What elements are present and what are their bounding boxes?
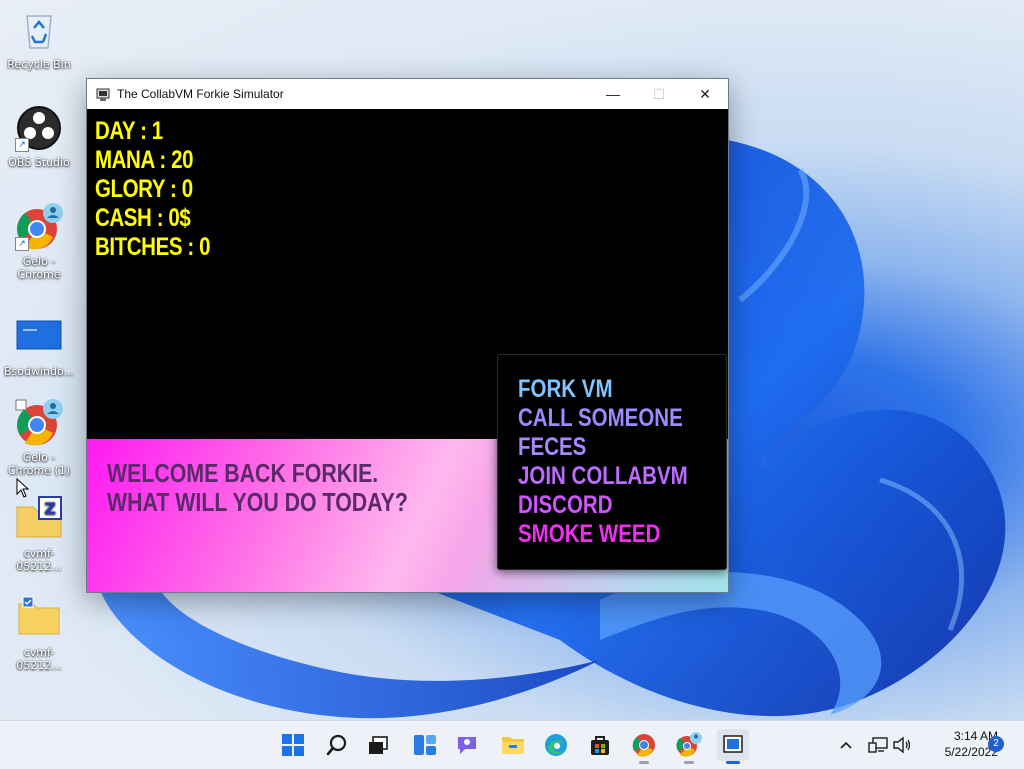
desktop-icon-bsodwindows[interactable]: Bsodwindo... <box>2 313 76 378</box>
volume-icon[interactable] <box>890 729 914 761</box>
window-titlebar[interactable]: The CollabVM Forkie Simulator — ☐ ✕ <box>87 79 728 109</box>
chrome-icon <box>15 399 63 447</box>
notification-badge[interactable]: 2 <box>988 736 1004 752</box>
running-indicator <box>726 761 740 764</box>
stat-bitches: BITCHES : 0 <box>95 233 211 261</box>
shortcut-arrow-icon: ↗ <box>15 138 29 152</box>
stats-panel: DAY : 1 MANA : 20 GLORY : 0 CASH : 0$ BI… <box>95 117 211 262</box>
widgets-icon[interactable] <box>409 729 441 761</box>
menu-item-smoke-weed[interactable]: SMOKE WEED <box>518 520 688 549</box>
app-title-icon <box>95 86 111 102</box>
desktop-icon-recycle-bin[interactable]: Recycle Bin <box>2 6 76 71</box>
desktop-icon-label: Recycle Bin <box>7 58 71 71</box>
desktop-icon-label: Gelo - Chrome (1) <box>7 451 71 477</box>
close-button[interactable]: ✕ <box>682 79 728 109</box>
chrome-icon: ↗ <box>15 203 63 251</box>
maximize-button[interactable]: ☐ <box>636 79 682 109</box>
desktop-icon-label: cvmf-05212... <box>16 547 62 573</box>
desktop-icon-cvmf-zip[interactable]: Z cvmf-05212... <box>2 495 76 573</box>
action-menu-list: FORK VM CALL SOMEONE FECES JOIN COLLABVM… <box>518 375 688 549</box>
clock-time: 3:14 AM <box>953 729 998 743</box>
menu-item-join-collabvm[interactable]: JOIN COLLABVM <box>518 462 688 491</box>
welcome-message: WELCOME BACK FORKIE. WHAT WILL YOU DO TO… <box>107 459 408 517</box>
clock-date: 5/22/2022 <box>944 745 998 759</box>
running-indicator <box>639 761 649 764</box>
menu-item-discord[interactable]: DISCORD <box>518 491 688 520</box>
window-title: The CollabVM Forkie Simulator <box>117 87 284 101</box>
menu-item-feces[interactable]: FECES <box>518 433 688 462</box>
menu-item-call-someone[interactable]: CALL SOMEONE <box>518 404 688 433</box>
search-icon[interactable] <box>321 729 353 761</box>
edge-icon[interactable] <box>540 729 572 761</box>
welcome-line-1: WELCOME BACK FORKIE. <box>107 458 379 488</box>
bsod-app-icon <box>15 313 63 361</box>
stat-glory: GLORY : 0 <box>95 175 193 203</box>
desktop-icon-obs-studio[interactable]: ↗ OBS Studio <box>2 104 76 169</box>
action-menu: FORK VM CALL SOMEONE FECES JOIN COLLABVM… <box>497 354 727 570</box>
task-view-icon[interactable] <box>362 729 394 761</box>
minimize-button[interactable]: — <box>590 79 636 109</box>
shortcut-arrow-icon: ↗ <box>15 237 29 251</box>
desktop-icon-label: Gelo - Chrome <box>17 255 61 281</box>
welcome-line-2: WHAT WILL YOU DO TODAY? <box>107 487 408 517</box>
app-window: The CollabVM Forkie Simulator — ☐ ✕ DAY … <box>86 78 729 593</box>
desktop-icon-label: Bsodwindo... <box>3 365 75 378</box>
stat-mana: MANA : 20 <box>95 146 194 174</box>
running-indicator <box>684 761 694 764</box>
zip-archive-icon: Z <box>15 495 63 543</box>
chevron-up-icon[interactable] <box>834 729 858 761</box>
stat-cash: CASH : 0$ <box>95 204 191 232</box>
game-canvas[interactable]: DAY : 1 MANA : 20 GLORY : 0 CASH : 0$ BI… <box>87 109 728 592</box>
desktop-icon-gelo-chrome-1[interactable]: Gelo - Chrome (1) <box>2 399 76 477</box>
desktop-icon-gelo-chrome[interactable]: ↗ Gelo - Chrome <box>2 203 76 281</box>
chrome-profile-icon[interactable] <box>673 729 705 764</box>
start-icon[interactable] <box>277 729 309 761</box>
system-clock[interactable]: 3:14 AM 5/22/2022 <box>918 728 998 760</box>
chrome-icon[interactable] <box>628 729 660 764</box>
obs-icon: ↗ <box>15 104 63 152</box>
store-icon[interactable] <box>584 729 616 761</box>
desktop-icon-label: OBS Studio <box>8 156 70 169</box>
file-explorer-icon[interactable] <box>497 729 529 761</box>
desktop-icon-label: cvmf-05212... <box>16 646 62 672</box>
menu-item-fork-vm[interactable]: FORK VM <box>518 375 688 404</box>
forkie-app-icon[interactable] <box>717 729 749 764</box>
stat-day: DAY : 1 <box>95 117 163 145</box>
desktop-icon-cvmf-folder[interactable]: cvmf-05212... <box>2 594 76 672</box>
network-icon[interactable] <box>866 729 890 761</box>
chat-icon[interactable] <box>451 729 483 761</box>
svg-text:Z: Z <box>44 499 56 518</box>
taskbar: 3:14 AM 5/22/2022 <box>0 720 1024 769</box>
folder-icon <box>15 594 63 642</box>
mouse-cursor-icon <box>16 477 30 498</box>
recycle-bin-icon <box>15 6 63 54</box>
